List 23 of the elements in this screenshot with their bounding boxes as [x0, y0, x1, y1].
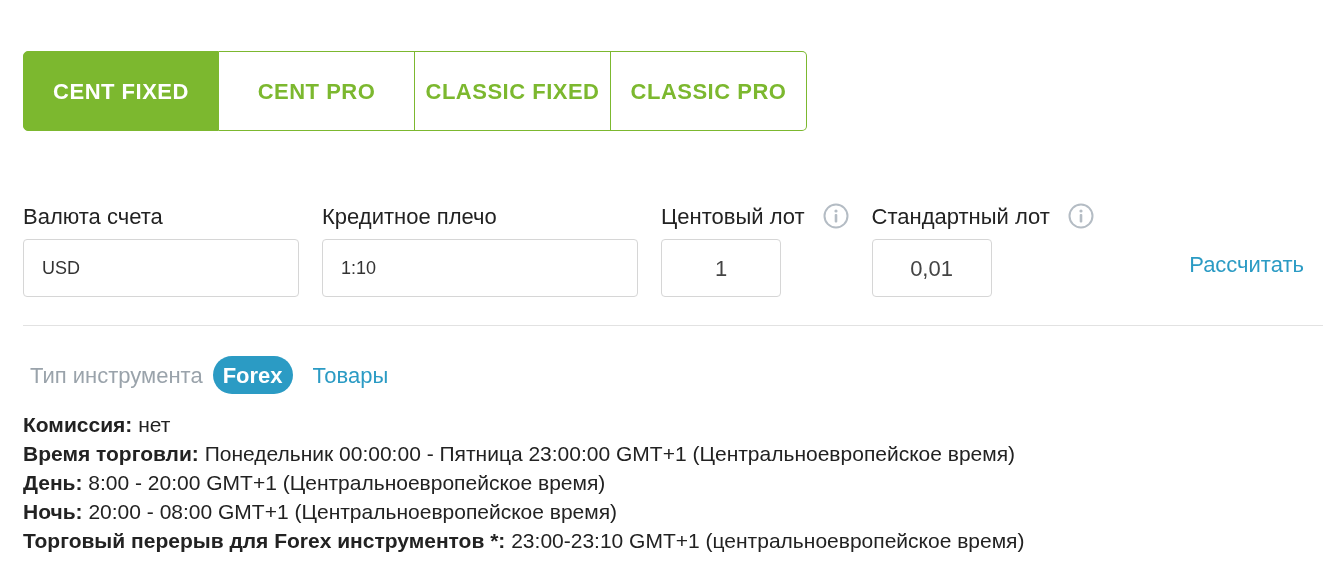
info-line: Торговый перерыв для Forex инструментов *: 23:00-23:10 GMT+1 (центральноевропейское время): [23, 528, 1026, 554]
input-field[interactable]: USD: [23, 239, 299, 297]
field-label: Стандартный лот: [871, 202, 1050, 231]
info-line: Комиссия: нет: [23, 412, 172, 438]
calculate-link[interactable]: Рассчитать: [1189, 248, 1304, 281]
input-field[interactable]: 1: [661, 239, 781, 297]
field-label: Центовый лот: [661, 202, 805, 231]
account-tab[interactable]: CLASSIC FIXED: [415, 51, 611, 131]
field-label: Валюта счета: [23, 202, 163, 231]
instrument-option[interactable]: Товары: [302, 356, 399, 394]
info-icon[interactable]: [822, 203, 849, 229]
account-tab[interactable]: CENT FIXED: [23, 51, 219, 131]
field-label: Кредитное плечо: [322, 202, 497, 231]
info-line: Ночь: 20:00 - 08:00 GMT+1 (Центральноевропейское время): [23, 499, 619, 525]
info-icon[interactable]: [1067, 203, 1094, 229]
instrument-option[interactable]: Forex: [212, 356, 293, 394]
info-line: Время торговли: Понедельник 00:00:00 - Пятница 23:00:00 GMT+1 (Центральноевропейское время): [23, 441, 1017, 467]
account-tab[interactable]: CLASSIC PRO: [611, 51, 807, 131]
info-line: День: 8:00 - 20:00 GMT+1 (Центральноевропейское время): [23, 470, 607, 496]
instrument-type-label: Тип инструмента: [30, 361, 203, 390]
input-field[interactable]: 0,01: [871, 239, 992, 297]
account-tab[interactable]: CENT PRO: [219, 51, 415, 131]
input-field[interactable]: 1:10: [322, 239, 638, 297]
